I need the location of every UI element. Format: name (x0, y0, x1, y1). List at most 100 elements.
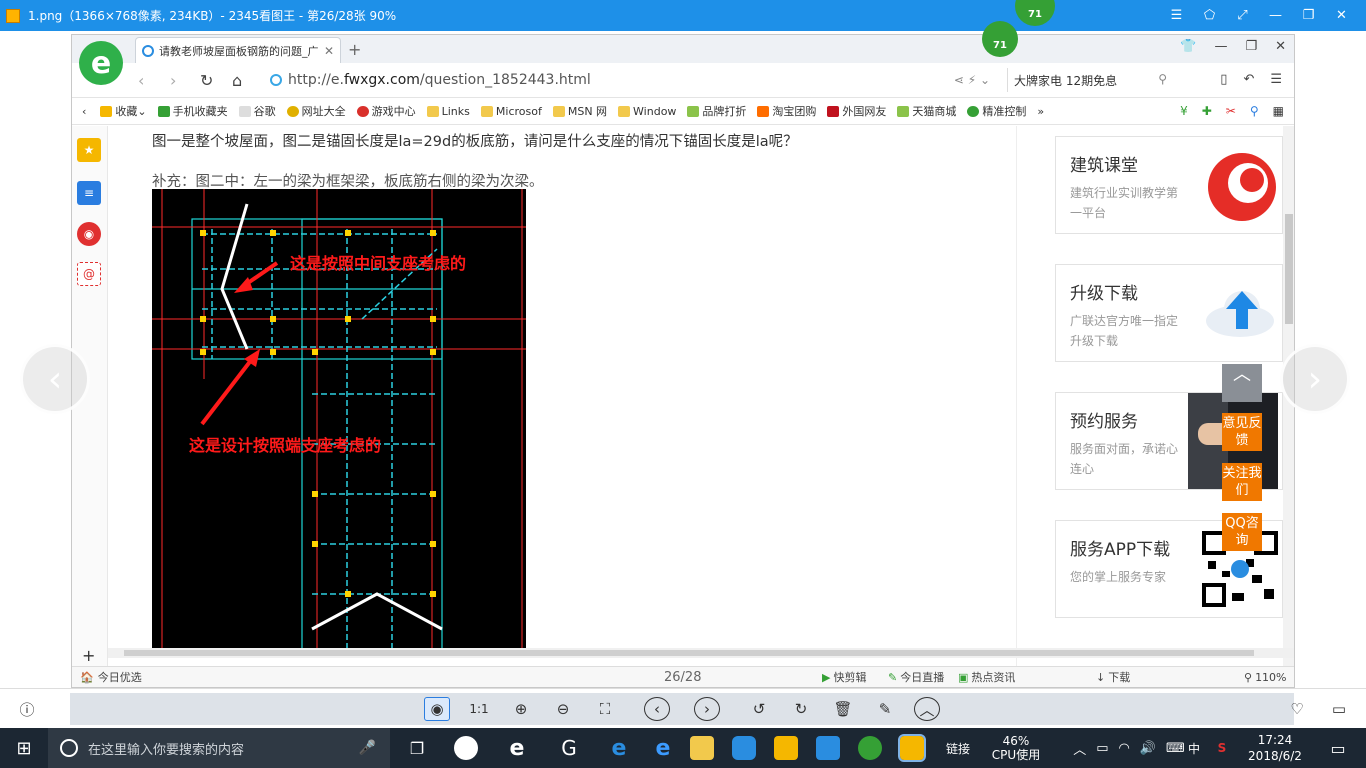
find-icon[interactable]: ⚲ (1250, 104, 1259, 118)
delete-icon[interactable]: 🗑 (830, 697, 856, 721)
folder-icon[interactable]: ▭ (1326, 697, 1352, 721)
quick-cut-link[interactable]: ▶ 快剪辑 (822, 669, 866, 685)
wifi-icon[interactable]: ◠ (1119, 741, 1130, 756)
favorites-icon[interactable]: ★ (77, 138, 101, 162)
next-image-button[interactable]: › (1280, 344, 1350, 414)
previous-image-button[interactable]: ‹ (20, 344, 90, 414)
spiral-app-icon[interactable]: G (552, 728, 586, 768)
money-icon[interactable]: ¥ (1180, 104, 1188, 118)
rotate-right-icon[interactable]: ↻ (788, 697, 814, 721)
grid-icon[interactable]: ▦ (1273, 104, 1284, 118)
fullscreen-icon[interactable]: ⤢ (1226, 0, 1259, 31)
action-center-icon[interactable]: ▭ (1318, 728, 1358, 768)
ie-icon[interactable]: e (646, 728, 680, 768)
cad-drawing-image[interactable]: 这是按照中间支座考虑的 这是设计按照端支座考虑的 (152, 189, 526, 649)
back-to-top-button[interactable]: ︿ (1222, 364, 1262, 402)
crop-icon[interactable]: ⛶ (592, 697, 618, 721)
keyboard-icon[interactable]: ⌨ (1166, 741, 1185, 756)
weibo-icon[interactable]: ◉ (77, 222, 101, 246)
ime-indicator[interactable]: 中 (1184, 728, 1204, 768)
bookmark-item[interactable]: 淘宝团购 (757, 103, 816, 119)
zoom-level[interactable]: ⚲ 110% (1244, 671, 1287, 684)
zoom-in-icon[interactable]: ⊕ (508, 697, 534, 721)
add-sidebar-icon[interactable]: + (82, 646, 95, 665)
edit-icon[interactable]: ✎ (872, 697, 898, 721)
follow-button[interactable]: 关注我们 (1222, 463, 1262, 501)
bookmark-item[interactable]: Links (426, 105, 470, 118)
shirt-icon[interactable]: 👕 (1180, 39, 1196, 54)
bookmark-item[interactable]: 谷歌 (238, 103, 276, 119)
plus-app-icon[interactable] (816, 736, 840, 760)
maximize-button[interactable]: ❐ (1292, 0, 1325, 31)
skin-icon[interactable]: ⬠ (1193, 0, 1226, 31)
bookmark-item[interactable]: 品牌打折 (687, 103, 746, 119)
minimize-button[interactable]: — (1259, 0, 1292, 31)
pinwheel-app-icon[interactable] (454, 736, 478, 760)
bookmark-item[interactable]: 网址大全 (286, 103, 346, 119)
bookmark-item[interactable]: MSN 网 (552, 103, 607, 119)
bookmark-more-icon[interactable]: » (1037, 105, 1044, 118)
one-to-one-icon[interactable]: 1:1 (466, 697, 492, 721)
sogou-icon[interactable]: S (1210, 728, 1234, 768)
taskbar-search-box[interactable]: 在这里输入你要搜索的内容 🎤 (48, 728, 390, 768)
browser-close-button[interactable]: ✕ (1275, 39, 1286, 54)
mail-icon[interactable]: @ (77, 262, 101, 286)
search-icon[interactable]: ⚲ (1158, 72, 1167, 86)
bookmark-item[interactable]: Microsof (480, 105, 542, 118)
live-link[interactable]: ✎ 今日直播 (888, 669, 944, 685)
edge-icon[interactable]: e (602, 728, 636, 768)
plugin-icon[interactable]: ✚ (1202, 104, 1212, 118)
bookmark-item[interactable]: 外国网友 (827, 103, 886, 119)
favorite-heart-icon[interactable]: ♡ (1284, 697, 1310, 721)
qq-consult-button[interactable]: QQ咨询 (1222, 513, 1262, 551)
bookmark-item[interactable]: 精准控制 (967, 103, 1026, 119)
network-label[interactable]: 链接 (940, 728, 976, 768)
bookmark-item[interactable]: Window (618, 105, 676, 118)
tab-close-icon[interactable]: ✕ (324, 44, 334, 58)
start-button[interactable]: ⊞ (0, 728, 48, 768)
back-icon[interactable]: ‹ (138, 71, 144, 90)
hot-news-link[interactable]: ▣ 热点资讯 (958, 669, 1015, 685)
forward-icon[interactable]: › (170, 71, 176, 90)
g-app-icon[interactable] (732, 736, 756, 760)
zoom-out-icon[interactable]: ⊖ (550, 697, 576, 721)
menu-icon[interactable]: ☰ (1160, 0, 1193, 31)
clock[interactable]: 17:24 2018/6/2 (1240, 728, 1310, 768)
file-explorer-icon[interactable] (690, 736, 714, 760)
info-icon[interactable]: ⓘ (14, 697, 40, 721)
download-link[interactable]: ↓ 下载 (1096, 669, 1130, 685)
feedback-button[interactable]: 意见反馈 (1222, 413, 1262, 451)
share-icon[interactable]: ⋖ ⚡ ⌄ (954, 73, 990, 87)
browser-tab[interactable]: 请教老师坡屋面板钢筋的问题_广 ✕ (135, 37, 341, 63)
cpu-monitor[interactable]: 46% CPU使用 (984, 728, 1048, 768)
image-viewer-icon[interactable] (898, 734, 926, 762)
next-icon[interactable]: › (694, 697, 720, 721)
new-tab-button[interactable]: + (348, 40, 361, 59)
browser-e-icon[interactable]: e (500, 728, 534, 768)
close-button[interactable]: ✕ (1325, 0, 1358, 31)
tray-up-icon[interactable]: ︿ (1073, 739, 1086, 758)
bookmark-item[interactable]: 游戏中心 (356, 103, 416, 119)
green-browser-icon[interactable] (858, 736, 882, 760)
menu-lines-icon[interactable]: ☰ (1270, 72, 1282, 87)
notes-app-icon[interactable] (774, 736, 798, 760)
browser-minimize-button[interactable]: — (1214, 39, 1227, 54)
tools-icon[interactable]: ✂ (1226, 104, 1236, 118)
bookmark-item[interactable]: 天猫商城 (897, 103, 956, 119)
more-up-icon[interactable]: ︿ (914, 697, 940, 721)
previous-icon[interactable]: ‹ (644, 697, 670, 721)
refresh-icon[interactable]: ↻ (200, 71, 213, 90)
search-input[interactable]: 大牌家电 12期免息 ⚲ (1007, 68, 1175, 92)
browser-maximize-button[interactable]: ❐ (1245, 39, 1257, 54)
battery-icon[interactable]: ▭ (1096, 741, 1108, 756)
browser-badge[interactable]: 71 (982, 21, 1018, 57)
card-download[interactable]: 升级下载 广联达官方唯一指定升级下载 (1055, 264, 1283, 362)
reader-icon[interactable]: ≡ (77, 181, 101, 205)
home-icon[interactable]: ⌂ (232, 71, 242, 90)
bookmark-item[interactable]: 手机收藏夹 (157, 103, 228, 119)
today-pick[interactable]: 🏠 今日优选 (80, 669, 142, 685)
microphone-icon[interactable]: 🎤 (359, 740, 376, 756)
volume-icon[interactable]: 🔊 (1140, 741, 1156, 756)
task-view-icon[interactable]: ❐ (400, 728, 434, 768)
mobile-icon[interactable]: ▯ (1220, 72, 1227, 87)
